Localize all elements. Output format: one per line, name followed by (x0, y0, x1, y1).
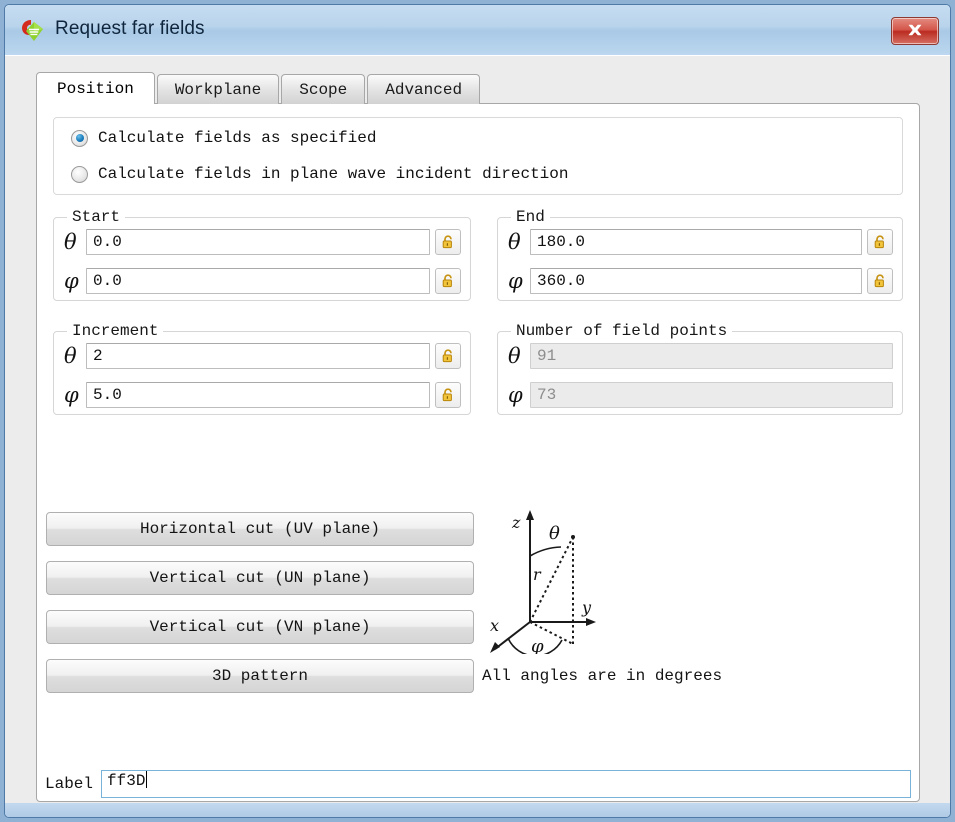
calculation-mode-group: Calculate fields as specified Calculate … (53, 117, 903, 195)
spherical-coordinate-diagram-icon: z y x r θ φ (478, 504, 608, 657)
diagram-theta-label: θ (549, 523, 560, 544)
horizontal-cut-uv-label: Horizontal cut (UV plane) (139, 520, 381, 538)
phi-symbol: φ (64, 268, 79, 293)
dialog-body: Position Workplane Scope Advanced Calcul… (5, 55, 950, 817)
radio-calculate-plane-wave-label: Calculate fields in plane wave incident … (98, 165, 569, 183)
radio-calculate-as-specified[interactable]: Calculate fields as specified (71, 129, 376, 147)
tab-workplane-label: Workplane (174, 80, 262, 99)
increment-phi-lock-icon[interactable] (435, 382, 461, 408)
label-input[interactable]: ff3D (101, 770, 911, 798)
title-bar: Request far fields (5, 5, 950, 56)
tab-scope-label: Scope (299, 80, 348, 99)
vertical-cut-vn-label: Vertical cut (VN plane) (149, 618, 371, 636)
start-group: Start θ φ (53, 208, 471, 301)
start-theta-input[interactable] (86, 229, 430, 255)
end-theta-input[interactable] (530, 229, 862, 255)
npoints-theta-value (530, 343, 893, 369)
increment-theta-input[interactable] (86, 343, 430, 369)
request-far-fields-dialog: Request far fields Position Workplane Sc… (4, 4, 951, 818)
number-of-field-points-title: Number of field points (511, 322, 733, 340)
theta-symbol: θ (508, 229, 521, 254)
vertical-cut-vn-button[interactable]: Vertical cut (VN plane) (46, 610, 474, 644)
increment-group-title: Increment (67, 322, 164, 340)
increment-group: Increment θ φ (53, 322, 471, 415)
increment-theta-row: θ (64, 343, 461, 369)
start-theta-lock-icon[interactable] (435, 229, 461, 255)
start-group-title: Start (67, 208, 126, 226)
window-bottom-strip (5, 803, 950, 817)
end-group-title: End (511, 208, 550, 226)
radio-indicator-unselected[interactable] (71, 165, 88, 183)
tab-strip: Position Workplane Scope Advanced (36, 72, 482, 104)
end-phi-row: φ (508, 268, 893, 294)
radio-calculate-as-specified-label: Calculate fields as specified (98, 129, 377, 147)
increment-phi-input[interactable] (86, 382, 430, 408)
position-tab-panel: Calculate fields as specified Calculate … (36, 103, 920, 802)
end-theta-lock-icon[interactable] (867, 229, 893, 255)
npoints-phi-row: φ (508, 382, 893, 408)
end-phi-input[interactable] (530, 268, 862, 294)
phi-symbol: φ (508, 382, 523, 407)
cst-app-icon (19, 17, 47, 45)
diagram-z-label: z (511, 513, 521, 532)
tab-workplane[interactable]: Workplane (156, 74, 280, 104)
increment-phi-row: φ (64, 382, 461, 408)
phi-symbol: φ (508, 268, 523, 293)
tab-scope[interactable]: Scope (281, 74, 366, 104)
theta-symbol: θ (64, 229, 77, 254)
vertical-cut-un-label: Vertical cut (UN plane) (149, 569, 371, 587)
vertical-cut-un-button[interactable]: Vertical cut (UN plane) (46, 561, 474, 595)
start-phi-row: φ (64, 268, 461, 294)
end-phi-lock-icon[interactable] (867, 268, 893, 294)
3d-pattern-button[interactable]: 3D pattern (46, 659, 474, 693)
degrees-note: All angles are in degrees (482, 667, 723, 685)
text-caret (146, 771, 148, 788)
horizontal-cut-uv-button[interactable]: Horizontal cut (UV plane) (46, 512, 474, 546)
number-of-field-points-group: Number of field points θ φ (497, 322, 903, 415)
start-theta-row: θ (64, 229, 461, 255)
npoints-theta-row: θ (508, 343, 893, 369)
radio-calculate-plane-wave[interactable]: Calculate fields in plane wave incident … (71, 165, 568, 183)
start-phi-input[interactable] (86, 268, 430, 294)
radio-indicator-selected[interactable] (71, 129, 88, 147)
diagram-y-label: y (581, 598, 592, 617)
end-theta-row: θ (508, 229, 893, 255)
label-input-value: ff3D (107, 772, 146, 790)
diagram-x-label: x (490, 616, 499, 635)
increment-theta-lock-icon[interactable] (435, 343, 461, 369)
tab-position[interactable]: Position (36, 72, 155, 104)
label-caption: Label (45, 775, 94, 793)
phi-symbol: φ (64, 382, 79, 407)
end-group: End θ φ (497, 208, 903, 301)
tab-advanced-label: Advanced (385, 80, 463, 99)
npoints-phi-value (530, 382, 893, 408)
close-icon[interactable] (891, 17, 939, 45)
window-title: Request far fields (55, 18, 205, 39)
3d-pattern-label: 3D pattern (211, 667, 308, 685)
tab-position-label: Position (57, 79, 134, 98)
theta-symbol: θ (508, 343, 521, 368)
label-row: Label ff3D (45, 770, 911, 798)
diagram-r-label: r (533, 565, 542, 584)
theta-symbol: θ (64, 343, 77, 368)
tab-advanced[interactable]: Advanced (367, 74, 481, 104)
start-phi-lock-icon[interactable] (435, 268, 461, 294)
diagram-phi-label: φ (531, 636, 544, 654)
